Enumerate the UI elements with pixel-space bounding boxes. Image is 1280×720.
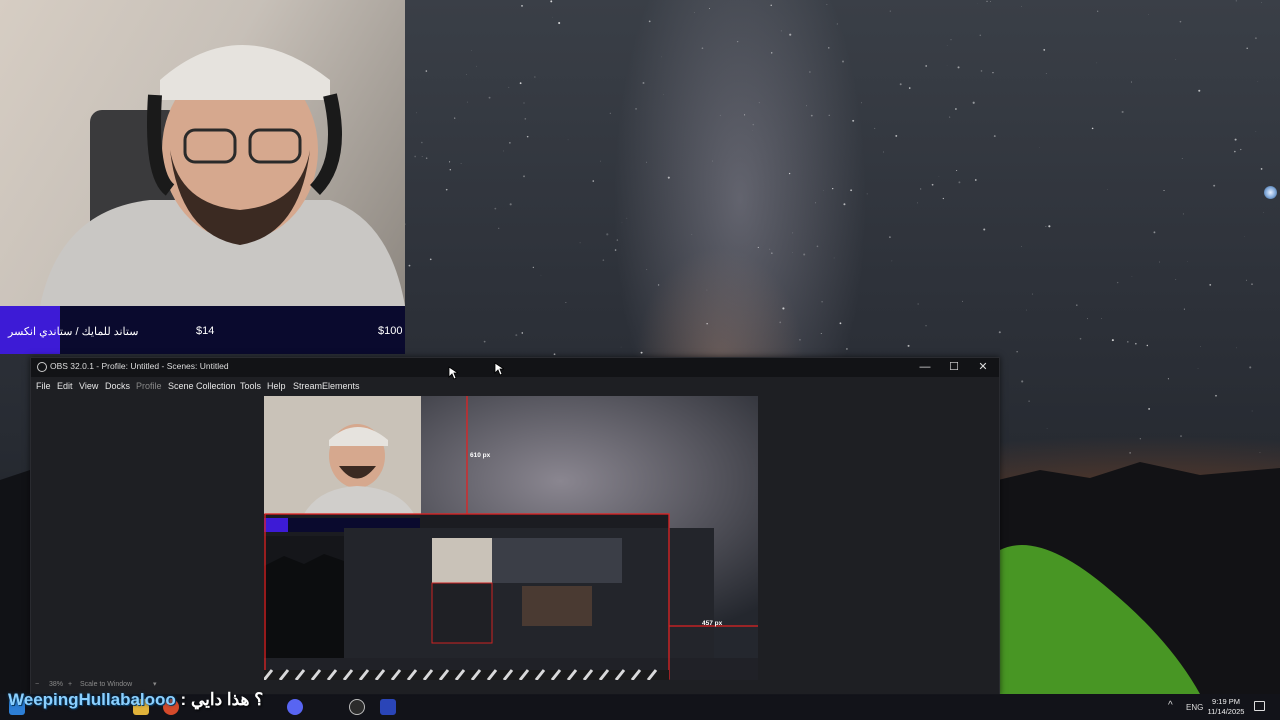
width-measure-label: 457 px bbox=[702, 620, 723, 627]
menu-edit[interactable]: Edit bbox=[57, 381, 73, 391]
chevron-down-icon[interactable]: ▾ bbox=[153, 680, 157, 688]
planet-icon bbox=[1264, 186, 1277, 199]
tray-chevron-up-icon[interactable]: ^ bbox=[1168, 700, 1173, 711]
chat-overlay: WeepingHullabalooo : ؟ هذا دايي bbox=[8, 690, 263, 710]
menu-bar: File Edit View Docks Profile Scene Colle… bbox=[31, 377, 999, 396]
chat-message: ؟ هذا دايي bbox=[190, 690, 264, 709]
language-indicator[interactable]: ENG bbox=[1186, 703, 1203, 712]
media-player-icon[interactable] bbox=[380, 699, 396, 715]
clock-date: 11/14/2025 bbox=[1207, 707, 1245, 716]
notification-icon[interactable] bbox=[1254, 701, 1265, 711]
mouse-cursor-icon bbox=[448, 366, 458, 380]
goal-current: $14 bbox=[196, 325, 215, 337]
discord-icon[interactable] bbox=[287, 699, 303, 715]
zoom-minus-icon[interactable]: − bbox=[35, 681, 39, 688]
clock-time: 9:19 PM bbox=[1212, 697, 1240, 706]
menu-tools[interactable]: Tools bbox=[240, 381, 261, 391]
menu-profile[interactable]: Profile bbox=[136, 381, 162, 391]
preview-scene: 610 px 457 px bbox=[264, 396, 758, 680]
chat-username: WeepingHullabalooo bbox=[8, 690, 176, 709]
obs-icon[interactable] bbox=[349, 699, 365, 715]
minimize-button[interactable]: — bbox=[913, 359, 937, 375]
goal-label: ستاند للمايك / ستاندي انكسر bbox=[8, 326, 139, 338]
preview-canvas[interactable]: 610 px 457 px bbox=[264, 396, 758, 680]
webcam-feed bbox=[0, 0, 405, 306]
zoom-plus-icon[interactable]: + bbox=[68, 681, 72, 688]
chat-separator: : bbox=[180, 690, 187, 709]
window-title: OBS 32.0.1 - Profile: Untitled - Scenes:… bbox=[50, 361, 229, 371]
height-measure-label: 610 px bbox=[470, 452, 491, 459]
streamer-figure bbox=[40, 45, 405, 306]
maximize-button[interactable]: ☐ bbox=[942, 359, 966, 375]
system-clock[interactable]: 9:19 PM 11/14/2025 bbox=[1206, 697, 1246, 717]
goal-target: $100 bbox=[378, 325, 403, 337]
menu-scene-collection[interactable]: Scene Collection bbox=[168, 381, 236, 391]
obs-titlebar[interactable]: OBS 32.0.1 - Profile: Untitled - Scenes:… bbox=[31, 358, 999, 377]
menu-docks[interactable]: Docks bbox=[105, 381, 130, 391]
close-button[interactable]: ✕ bbox=[971, 359, 995, 375]
scale-mode[interactable]: Scale to Window bbox=[80, 681, 132, 688]
zoom-level: 38% bbox=[49, 681, 64, 688]
menu-file[interactable]: File bbox=[36, 381, 51, 391]
donation-goal-bar: ستاند للمايك / ستاندي انكسر $14 $100 bbox=[0, 306, 405, 354]
obs-logo-icon bbox=[37, 362, 47, 372]
mouse-cursor-icon bbox=[494, 362, 504, 376]
menu-streamelements[interactable]: StreamElements bbox=[293, 381, 360, 391]
menu-help[interactable]: Help bbox=[267, 381, 286, 391]
menu-view[interactable]: View bbox=[79, 381, 98, 391]
obs-window[interactable]: OBS 32.0.1 - Profile: Untitled - Scenes:… bbox=[30, 357, 1000, 695]
